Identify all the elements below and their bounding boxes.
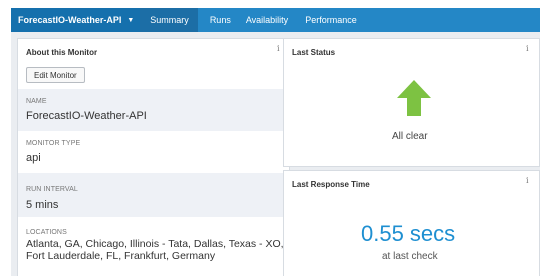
tab-runs[interactable]: Runs xyxy=(198,8,231,32)
field-label: MONITOR TYPE xyxy=(26,140,81,147)
top-navigation-bar: ForecastIO-Weather-API ▼ Summary Runs Av… xyxy=(11,8,540,32)
monitor-dashboard: ForecastIO-Weather-API ▼ Summary Runs Av… xyxy=(11,8,540,276)
caret-down-icon: ▼ xyxy=(127,16,135,24)
info-icon[interactable]: i xyxy=(277,44,280,53)
field-value: api xyxy=(26,152,41,164)
field-name: NAME ForecastIO-Weather-API xyxy=(18,89,289,131)
field-value: 5 mins xyxy=(26,199,59,211)
about-panel-title: About this Monitor xyxy=(26,48,98,57)
last-response-title: Last Response Time xyxy=(292,180,370,189)
status-text: All clear xyxy=(392,131,428,142)
about-monitor-panel: About this Monitor i Edit Monitor NAME F… xyxy=(17,38,290,276)
monitor-selector-label: ForecastIO-Weather-API xyxy=(18,15,122,25)
tab-performance[interactable]: Performance xyxy=(288,8,357,32)
up-arrow-icon xyxy=(397,80,431,121)
monitor-selector[interactable]: ForecastIO-Weather-API ▼ xyxy=(11,8,141,32)
tab-availability[interactable]: Availability xyxy=(231,8,288,32)
response-time-value: 0.55 secs xyxy=(361,221,456,246)
field-value: ForecastIO-Weather-API xyxy=(26,110,147,122)
field-label: LOCATIONS xyxy=(26,229,67,236)
field-value: Atlanta, GA, Chicago, Illinois - Tata, D… xyxy=(26,238,284,262)
response-time-caption: at last check xyxy=(382,251,438,262)
field-run-interval: RUN INTERVAL 5 mins xyxy=(18,173,289,217)
edit-monitor-button[interactable]: Edit Monitor xyxy=(26,67,85,83)
info-icon[interactable]: i xyxy=(526,176,529,185)
tab-summary[interactable]: Summary xyxy=(140,8,198,32)
field-monitor-type: MONITOR TYPE api xyxy=(18,131,289,173)
field-locations: LOCATIONS Atlanta, GA, Chicago, Illinois… xyxy=(18,217,289,276)
field-label: RUN INTERVAL xyxy=(26,186,78,193)
last-status-title: Last Status xyxy=(292,48,336,57)
last-status-panel: Last Status i All clear xyxy=(283,38,540,167)
info-icon[interactable]: i xyxy=(526,44,529,53)
field-label: NAME xyxy=(26,98,47,105)
last-response-panel: Last Response Time i 0.55 secs at last c… xyxy=(283,170,540,276)
